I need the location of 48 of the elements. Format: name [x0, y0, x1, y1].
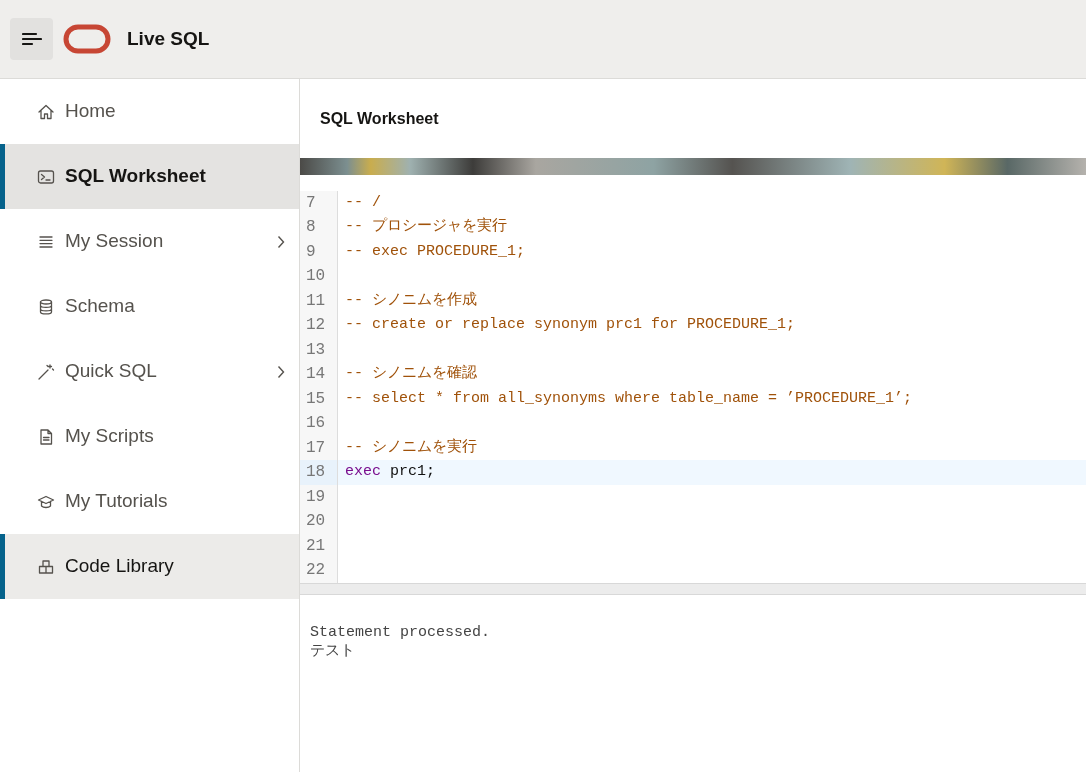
code-keyword: exec	[345, 462, 381, 483]
output-line: Statement processed.	[310, 623, 492, 642]
terminal-icon	[37, 167, 55, 186]
line-number: 19	[306, 487, 326, 506]
code-comment: -- シノニムを確認	[345, 363, 477, 385]
line-number: 12	[306, 316, 326, 335]
line-number: 11	[306, 291, 326, 310]
page-title: SQL Worksheet	[319, 108, 440, 129]
horizontal-scrollbar[interactable]	[300, 583, 1086, 595]
sidebar-item[interactable]: My Session	[0, 209, 299, 274]
line-number: 8	[306, 218, 316, 237]
line-number: 9	[306, 242, 316, 261]
code-comment: -- プロシージャを実行	[345, 216, 507, 238]
menu-button[interactable]	[10, 18, 53, 60]
sidebar-item[interactable]: My Scripts	[0, 404, 299, 469]
sidebar-item[interactable]: Quick SQL	[0, 339, 299, 404]
line-number: 21	[306, 536, 326, 555]
line-number: 7	[306, 194, 316, 212]
line-number: 10	[306, 267, 326, 286]
logo-icon	[63, 24, 111, 54]
code-comment: -- exec PROCEDURE_1;	[345, 241, 526, 262]
line-number: 20	[306, 512, 326, 531]
line-number: 22	[306, 561, 326, 580]
database-icon	[37, 297, 55, 316]
code-comment: -- シノニムを作成	[345, 290, 477, 311]
code-comment: -- /	[345, 193, 381, 213]
code-comment: -- select * from all_synonyms where table_name = ’PROCEDURE_1’;	[345, 388, 913, 409]
sidebar-item[interactable]: Code Library	[0, 534, 299, 599]
line-number: 13	[306, 340, 326, 359]
sidebar-item[interactable]: My Tutorials	[0, 469, 299, 534]
home-icon	[37, 102, 55, 121]
magic-wand-icon	[37, 362, 55, 381]
line-number: 18	[306, 463, 326, 482]
sidebar-item[interactable]: Home	[0, 79, 299, 144]
line-number: 17	[306, 438, 326, 457]
line-number: 16	[306, 414, 326, 433]
line-number: 14	[306, 365, 326, 384]
sidebar-item[interactable]: Schema	[0, 274, 299, 339]
code-comment: -- create or replace synonym prc1 for PROCEDURE_1;	[345, 315, 796, 336]
document-icon	[37, 427, 55, 446]
app-title: Live SQL	[127, 26, 210, 51]
sidebar-item[interactable]: SQL Worksheet	[0, 144, 299, 209]
line-number: 15	[306, 389, 326, 408]
menu-icon	[21, 32, 42, 46]
code-comment: -- シノニムを実行	[345, 437, 477, 458]
code-text: prc1;	[390, 462, 436, 483]
blocks-icon	[37, 557, 55, 576]
output-line: テスト	[310, 642, 356, 661]
